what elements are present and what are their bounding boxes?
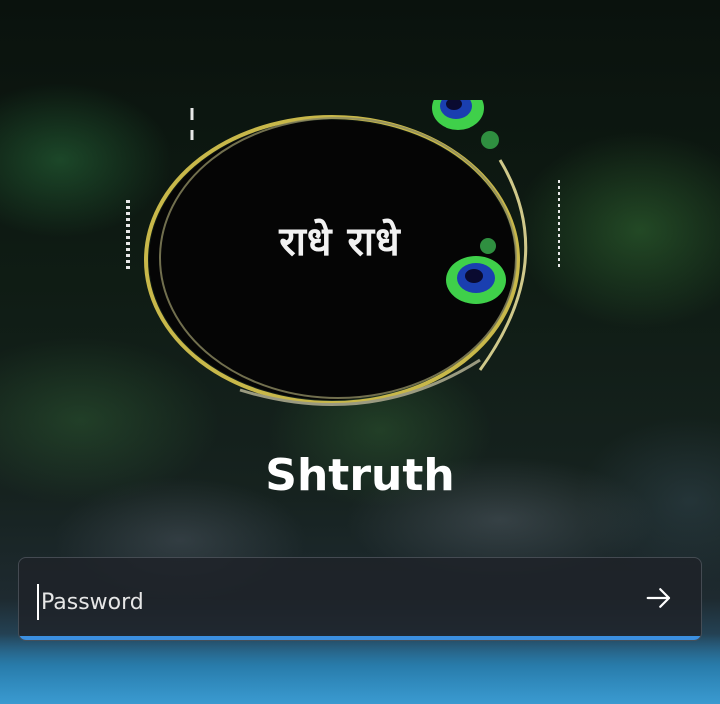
peacock-feather-top xyxy=(432,100,499,149)
password-field-underline xyxy=(19,636,701,640)
submit-button[interactable] xyxy=(639,578,679,618)
username-label: Shtruth xyxy=(265,450,455,501)
password-input[interactable] xyxy=(37,584,623,620)
wallpaper-water xyxy=(0,634,720,704)
password-field-container[interactable] xyxy=(18,557,702,641)
user-avatar: राधे राधे xyxy=(120,100,560,420)
arrow-right-icon xyxy=(646,588,671,608)
avatar-text: राधे राधे xyxy=(279,219,401,265)
